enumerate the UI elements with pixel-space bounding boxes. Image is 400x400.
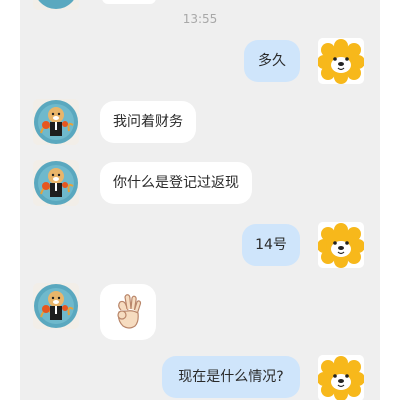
orange-lion-icon[interactable]: [318, 355, 364, 400]
agent-avatar[interactable]: [33, 99, 79, 145]
orange-lion-icon[interactable]: [318, 38, 364, 84]
message-bubble-sent[interactable]: 14号: [242, 224, 300, 266]
message-bubble-sticker[interactable]: [100, 284, 156, 340]
message-bubble-received[interactable]: 你什么是登记过返现: [100, 162, 252, 204]
chat-area[interactable]: 13:55 多久 我问着财务 你什么是登记过返现 14号 现在是什么情况?: [20, 0, 380, 400]
message-timestamp: 13:55: [182, 12, 218, 26]
agent-avatar[interactable]: [33, 0, 79, 10]
message-bubble-sent[interactable]: 现在是什么情况?: [162, 356, 300, 398]
message-bubble-partial[interactable]: [102, 0, 156, 4]
agent-avatar[interactable]: [33, 283, 79, 329]
orange-lion-icon[interactable]: [318, 222, 364, 268]
message-bubble-received[interactable]: 我问着财务: [100, 101, 196, 143]
message-bubble-sent[interactable]: 多久: [244, 40, 300, 82]
agent-avatar[interactable]: [33, 160, 79, 206]
ok-hand-icon: [117, 294, 142, 329]
